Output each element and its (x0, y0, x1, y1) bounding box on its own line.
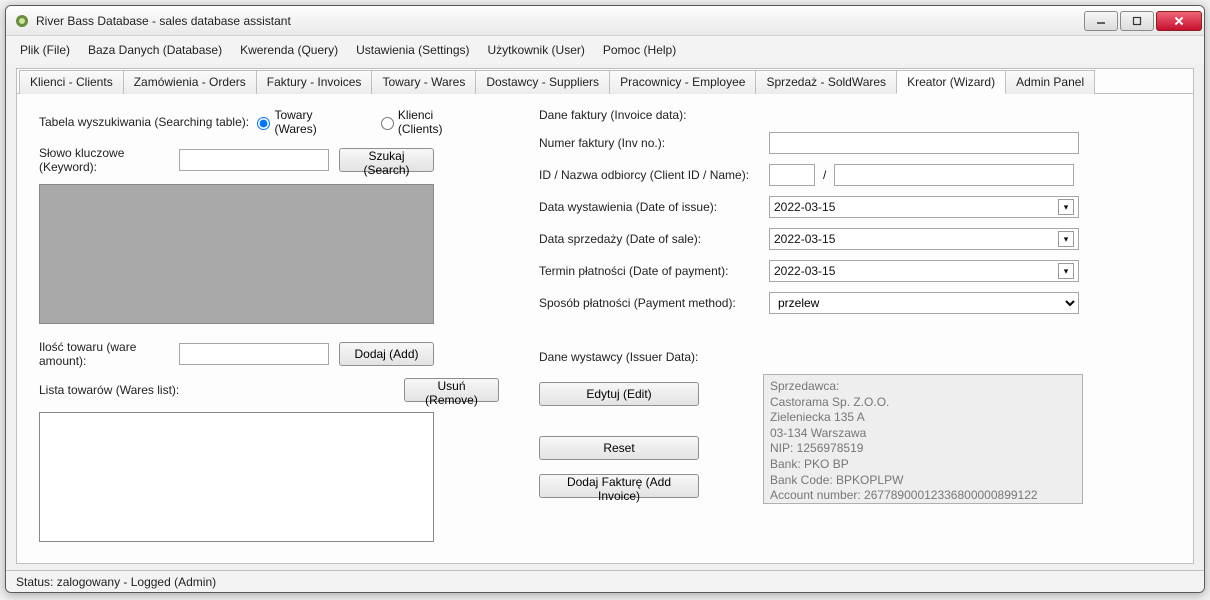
wares-list-label: Lista towarów (Wares list): (39, 383, 404, 397)
reset-button[interactable]: Reset (539, 436, 699, 460)
clientid-label: ID / Nazwa odbiorcy (Client ID / Name): (539, 168, 769, 182)
search-button[interactable]: Szukaj (Search) (339, 148, 434, 172)
invoice-number-input[interactable] (769, 132, 1079, 154)
date-issue-label: Data wystawienia (Date of issue): (539, 200, 769, 214)
invoice-number-label: Numer faktury (Inv no.): (539, 136, 769, 150)
close-button[interactable] (1156, 11, 1202, 31)
amount-label: Ilość towaru (ware amount): (39, 340, 179, 368)
radio-wares-input[interactable] (257, 117, 270, 130)
calendar-icon[interactable]: ▾ (1058, 199, 1074, 215)
maximize-button[interactable] (1120, 11, 1154, 31)
calendar-icon[interactable]: ▾ (1058, 231, 1074, 247)
wares-list[interactable] (39, 412, 434, 542)
search-results-list[interactable] (39, 184, 434, 324)
minimize-button[interactable] (1084, 11, 1118, 31)
date-sale-value: 2022-03-15 (774, 232, 835, 246)
menu-user[interactable]: Użytkownik (User) (488, 43, 585, 57)
radio-clients[interactable]: Klienci (Clients) (376, 108, 479, 136)
titlebar: River Bass Database - sales database ass… (6, 6, 1204, 36)
payment-method-label: Sposób płatności (Payment method): (539, 296, 769, 310)
radio-clients-input[interactable] (381, 117, 394, 130)
amount-input[interactable] (179, 343, 329, 365)
menu-file[interactable]: Plik (File) (20, 43, 70, 57)
tab-strip: Klienci - Clients Zamówienia - Orders Fa… (17, 69, 1193, 94)
app-icon (14, 13, 30, 29)
tab-wizard[interactable]: Kreator (Wizard) (896, 70, 1006, 94)
date-sale-label: Data sprzedaży (Date of sale): (539, 232, 769, 246)
date-sale-picker[interactable]: 2022-03-15 ▾ (769, 228, 1079, 250)
date-payment-picker[interactable]: 2022-03-15 ▾ (769, 260, 1079, 282)
menu-settings[interactable]: Ustawienia (Settings) (356, 43, 469, 57)
edit-button[interactable]: Edytuj (Edit) (539, 382, 699, 406)
date-payment-label: Termin płatności (Date of payment): (539, 264, 769, 278)
menu-query[interactable]: Kwerenda (Query) (240, 43, 338, 57)
date-payment-value: 2022-03-15 (774, 264, 835, 278)
payment-method-select[interactable]: przelew (769, 292, 1079, 314)
app-window: River Bass Database - sales database ass… (5, 5, 1205, 593)
date-issue-value: 2022-03-15 (774, 200, 835, 214)
slash-label: / (823, 168, 826, 182)
issuer-data-box: Sprzedawca: Castorama Sp. Z.O.O. Zieleni… (763, 374, 1083, 504)
menu-help[interactable]: Pomoc (Help) (603, 43, 676, 57)
keyword-label: Słowo kluczowe (Keyword): (39, 146, 179, 174)
clientname-input[interactable] (834, 164, 1074, 186)
clientid-input[interactable] (769, 164, 815, 186)
tab-admin[interactable]: Admin Panel (1005, 70, 1095, 94)
tab-orders[interactable]: Zamówienia - Orders (123, 70, 257, 94)
add-invoice-button[interactable]: Dodaj Fakturę (Add Invoice) (539, 474, 699, 498)
tab-clients[interactable]: Klienci - Clients (19, 70, 124, 94)
date-issue-picker[interactable]: 2022-03-15 ▾ (769, 196, 1079, 218)
tab-wares[interactable]: Towary - Wares (371, 70, 476, 94)
tab-invoices[interactable]: Faktury - Invoices (256, 70, 373, 94)
calendar-icon[interactable]: ▾ (1058, 263, 1074, 279)
status-text: Status: zalogowany - Logged (Admin) (16, 575, 216, 589)
remove-button[interactable]: Usuń (Remove) (404, 378, 499, 402)
status-bar: Status: zalogowany - Logged (Admin) (6, 570, 1204, 592)
invoice-data-label: Dane faktury (Invoice data): (539, 108, 686, 122)
content-frame: Klienci - Clients Zamówienia - Orders Fa… (16, 68, 1194, 564)
tab-soldwares[interactable]: Sprzedaż - SoldWares (755, 70, 897, 94)
menubar: Plik (File) Baza Danych (Database) Kwere… (6, 36, 1204, 64)
search-table-label: Tabela wyszukiwania (Searching table): (39, 115, 252, 129)
menu-database[interactable]: Baza Danych (Database) (88, 43, 222, 57)
tab-employee[interactable]: Pracownicy - Employee (609, 70, 756, 94)
window-title: River Bass Database - sales database ass… (36, 14, 1084, 28)
radio-wares[interactable]: Towary (Wares) (252, 108, 355, 136)
wizard-pane: Tabela wyszukiwania (Searching table): T… (17, 94, 1193, 563)
tab-suppliers[interactable]: Dostawcy - Suppliers (475, 70, 610, 94)
issuer-label: Dane wystawcy (Issuer Data): (539, 350, 698, 364)
add-button[interactable]: Dodaj (Add) (339, 342, 434, 366)
keyword-input[interactable] (179, 149, 329, 171)
